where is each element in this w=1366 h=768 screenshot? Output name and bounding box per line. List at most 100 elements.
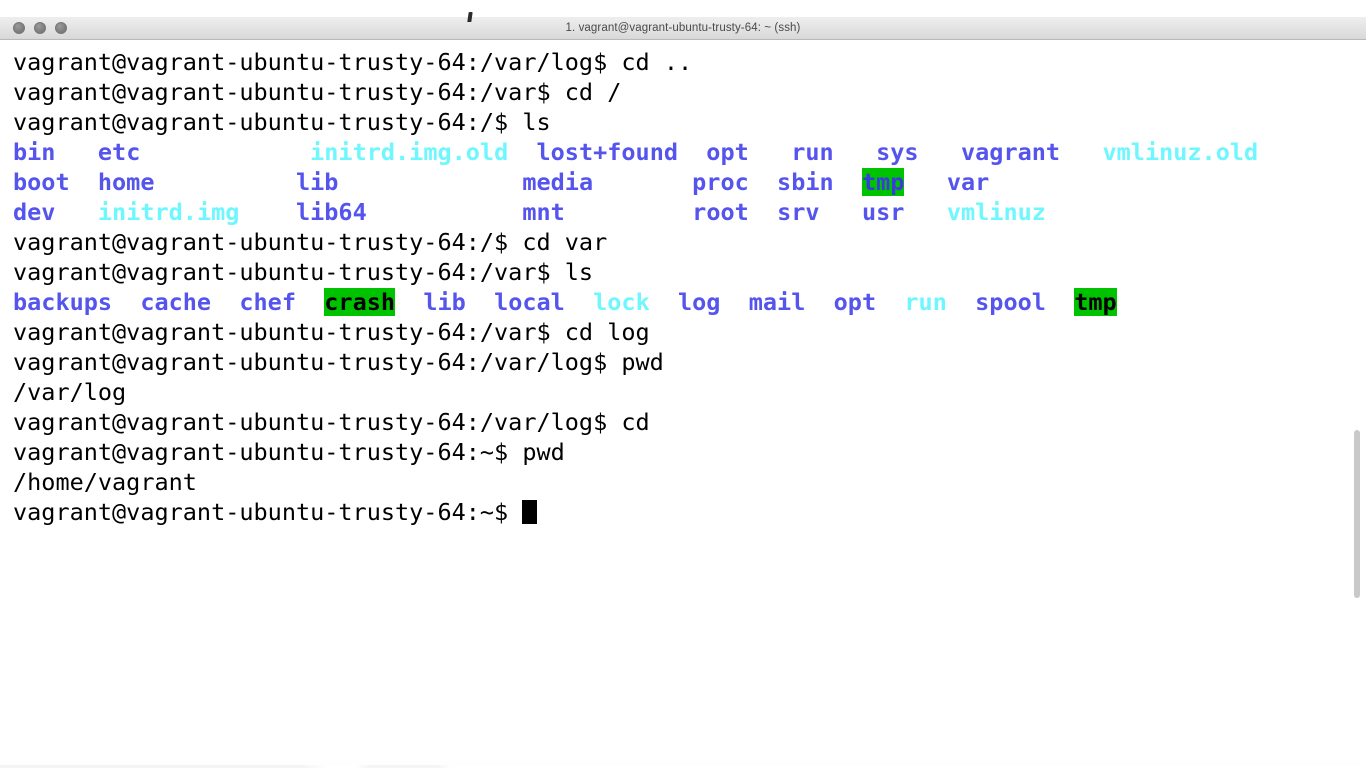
terminal-text-run: vagrant@vagrant-ubuntu-trusty-64:/var/lo…	[13, 348, 664, 376]
close-button[interactable]	[13, 22, 25, 34]
terminal-window: 1. vagrant@vagrant-ubuntu-trusty-64: ~ (…	[0, 0, 1366, 768]
terminal-text-run: etc	[97, 138, 141, 166]
zoom-button[interactable]	[55, 22, 67, 34]
terminal-text-run: initrd.img.old	[310, 138, 509, 166]
terminal-text-run: opt	[833, 288, 877, 316]
scrollbar-thumb[interactable]	[1354, 430, 1360, 598]
terminal-text-run: lib64	[295, 198, 367, 226]
terminal-line: vagrant@vagrant-ubuntu-trusty-64:/var$ l…	[13, 257, 1366, 287]
terminal-text-run	[296, 288, 324, 316]
terminal-text-run	[112, 288, 140, 316]
terminal-line: backups cache chef crash lib local lock …	[13, 287, 1366, 317]
terminal-text-run: bin	[13, 138, 56, 166]
desktop-backdrop	[0, 0, 1366, 17]
terminal-line: dev initrd.img lib64 mnt root srv usr vm…	[13, 197, 1366, 227]
terminal-text-run	[904, 168, 946, 196]
terminal-text-run	[239, 198, 296, 226]
terminal-text-run: dev	[13, 198, 56, 226]
terminal-line: vagrant@vagrant-ubuntu-trusty-64:/var/lo…	[13, 47, 1366, 77]
text-cursor	[522, 500, 538, 524]
terminal-text-run	[820, 198, 862, 226]
terminal-text-run: vagrant@vagrant-ubuntu-trusty-64:/var/lo…	[13, 48, 693, 76]
terminal-text-run	[720, 288, 748, 316]
terminal-text-run: vagrant@vagrant-ubuntu-trusty-64:/$ cd v…	[13, 228, 608, 256]
window-title: 1. vagrant@vagrant-ubuntu-trusty-64: ~ (…	[565, 22, 801, 34]
mouse-pointer-icon	[467, 12, 473, 22]
terminal-text-run: vagrant@vagrant-ubuntu-trusty-64:~$	[13, 498, 523, 526]
terminal-text-run	[565, 198, 692, 226]
window-titlebar[interactable]: 1. vagrant@vagrant-ubuntu-trusty-64: ~ (…	[0, 12, 1366, 40]
terminal-text-run	[834, 168, 862, 196]
terminal-text-run	[650, 288, 678, 316]
terminal-text-run	[565, 288, 593, 316]
terminal-text-run: spool	[975, 288, 1046, 316]
terminal-text-run: tmp	[861, 168, 905, 196]
minimize-button[interactable]	[34, 22, 46, 34]
vertical-scrollbar[interactable]	[1352, 430, 1362, 610]
terminal-text-run: media	[522, 168, 594, 196]
terminal-text-run: vagrant@vagrant-ubuntu-trusty-64:/var$ c…	[13, 318, 650, 346]
terminal-text-run: vmlinuz.old	[1102, 138, 1259, 166]
terminal-text-run	[593, 168, 692, 196]
terminal-text-run	[805, 288, 833, 316]
terminal-text-run	[749, 168, 777, 196]
terminal-text-run	[1046, 288, 1074, 316]
terminal-text-run: srv	[777, 198, 820, 226]
terminal-text-run	[876, 288, 904, 316]
terminal-text-run: usr	[861, 198, 905, 226]
terminal-text-run: mnt	[522, 198, 565, 226]
terminal-text-run: run	[904, 288, 947, 316]
terminal-text-run: opt	[706, 138, 749, 166]
terminal-line: boot home lib media proc sbin tmp var	[13, 167, 1366, 197]
terminal-text-run: tmp	[1074, 288, 1117, 316]
terminal-text-run	[749, 138, 791, 166]
terminal-text-run: var	[946, 168, 990, 196]
terminal-text-run: vagrant	[961, 138, 1061, 166]
terminal-text-run	[1060, 138, 1102, 166]
terminal-text-run: vagrant@vagrant-ubuntu-trusty-64:/var$ l…	[13, 258, 594, 286]
window-controls[interactable]	[13, 22, 67, 34]
terminal-text-run: log	[678, 288, 721, 316]
terminal-text-run	[140, 138, 310, 166]
terminal-text-run: lost+found	[536, 138, 678, 166]
terminal-text-run: run	[791, 138, 834, 166]
terminal-text-run	[466, 288, 494, 316]
terminal-text-run: /var/log	[13, 378, 127, 406]
terminal-text-run	[211, 288, 239, 316]
terminal-text-run: lib	[295, 168, 339, 196]
terminal-line: vagrant@vagrant-ubuntu-trusty-64:/var$ c…	[13, 317, 1366, 347]
terminal-text-run: root	[692, 198, 749, 226]
terminal-text-run: backups	[13, 288, 113, 316]
terminal-text-run	[678, 138, 706, 166]
terminal-text-run: sbin	[777, 168, 834, 196]
terminal-text-run	[70, 168, 98, 196]
terminal-text-run	[947, 288, 975, 316]
terminal-text-run: chef	[239, 288, 296, 316]
terminal-line: vagrant@vagrant-ubuntu-trusty-64:/$ cd v…	[13, 227, 1366, 257]
terminal-text-run: proc	[692, 168, 749, 196]
terminal-text-run	[55, 138, 97, 166]
terminal-text-run	[367, 198, 523, 226]
terminal-text-run: mail	[748, 288, 806, 316]
terminal-text-run	[904, 198, 946, 226]
terminal-text-run	[154, 168, 295, 196]
terminal-line: vagrant@vagrant-ubuntu-trusty-64:~$ pwd	[13, 437, 1366, 467]
terminal-line: bin etc initrd.img.old lost+found opt ru…	[13, 137, 1366, 167]
terminal-text-run: initrd.img	[97, 198, 240, 226]
terminal-line: /var/log	[13, 377, 1366, 407]
terminal-line: vagrant@vagrant-ubuntu-trusty-64:/var/lo…	[13, 347, 1366, 377]
terminal-text-run: /home/vagrant	[13, 468, 197, 496]
terminal-line: vagrant@vagrant-ubuntu-trusty-64:/var$ c…	[13, 77, 1366, 107]
terminal-text-run	[919, 138, 961, 166]
terminal-output[interactable]: vagrant@vagrant-ubuntu-trusty-64:/var/lo…	[0, 41, 1366, 761]
terminal-text-run: vagrant@vagrant-ubuntu-trusty-64:/var$ c…	[13, 78, 622, 106]
terminal-text-run	[834, 138, 876, 166]
terminal-text-run: crash	[324, 288, 396, 316]
terminal-line: vagrant@vagrant-ubuntu-trusty-64:/$ ls	[13, 107, 1366, 137]
terminal-text-run	[395, 288, 423, 316]
terminal-line: vagrant@vagrant-ubuntu-trusty-64:~$	[13, 497, 1366, 527]
terminal-text-run: lib	[423, 288, 466, 316]
terminal-text-run: boot	[13, 168, 70, 196]
terminal-text-run	[749, 198, 777, 226]
terminal-text-run: local	[494, 288, 565, 316]
